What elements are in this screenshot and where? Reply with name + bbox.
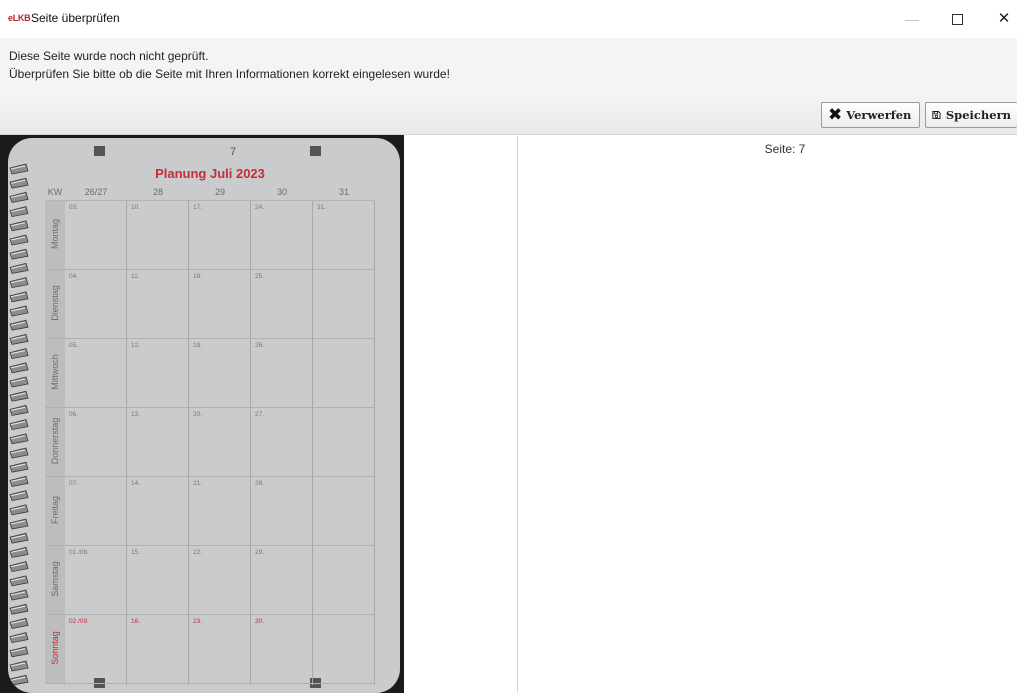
corner-marker-icon xyxy=(94,146,105,156)
calendar-grid: Planung Juli 2023 KW 26/27 28 29 30 31 Monta… xyxy=(45,164,375,685)
week-number-row: KW 26/27 28 29 30 31 xyxy=(45,186,375,200)
grid-line xyxy=(45,407,375,408)
scan-page-number: 7 xyxy=(230,146,237,158)
info-line-1: Diese Seite wurde noch nicht geprüft. xyxy=(9,49,209,63)
date-label: 16. xyxy=(131,618,141,625)
date-label: 02./09. xyxy=(69,618,89,625)
title-bar: eLKB Seite überprüfen — ✕ xyxy=(0,0,1017,38)
maximize-icon xyxy=(951,13,963,25)
date-label: 19. xyxy=(193,342,203,349)
minimize-icon: — xyxy=(905,11,919,27)
kw-cell: 28 xyxy=(152,187,163,197)
day-label-cell: Donnerstag xyxy=(45,408,65,477)
date-label: 04. xyxy=(69,273,79,280)
date-label: 07. xyxy=(69,480,79,487)
scanned-page-image: 7 Planung Juli 2023 KW 26/27 28 29 30 31 Mon… xyxy=(0,135,404,693)
notebook-page: 7 Planung Juli 2023 KW 26/27 28 29 30 31 Mon… xyxy=(8,138,400,693)
day-name: Donnerstag xyxy=(50,417,60,465)
day-name: Montag xyxy=(50,218,60,250)
date-label: 14. xyxy=(131,480,141,487)
date-label: 01./08. xyxy=(69,549,89,556)
date-label: 31. xyxy=(317,204,327,211)
info-line-2: Überprüfen Sie bitte ob die Seite mit Ih… xyxy=(9,67,450,81)
app-logo: eLKB xyxy=(8,13,31,23)
discard-x-icon: ✖ xyxy=(828,104,843,125)
date-label: 05. xyxy=(69,342,79,349)
date-label: 24. xyxy=(255,204,265,211)
grid-line xyxy=(126,201,127,685)
date-label: 12. xyxy=(131,342,141,349)
save-label: Speichern xyxy=(945,108,1011,122)
discard-button[interactable]: ✖ Verwerfen xyxy=(821,102,920,128)
day-name: Dienstag xyxy=(50,285,60,321)
grid-line xyxy=(45,545,375,546)
kw-cell: 31 xyxy=(338,187,349,197)
page-label: Seite: 7 xyxy=(764,142,806,156)
date-label: 03. xyxy=(69,204,79,211)
date-label: 17. xyxy=(193,204,203,211)
date-label: 29. xyxy=(255,549,265,556)
info-message: Diese Seite wurde noch nicht geprüft. Üb… xyxy=(0,38,1017,94)
grid-line xyxy=(250,201,251,685)
grid-line xyxy=(45,683,375,684)
close-button[interactable]: ✕ xyxy=(988,6,1017,32)
spiral-binding xyxy=(9,163,29,686)
day-label-cell: Samstag xyxy=(45,546,65,615)
close-icon: ✕ xyxy=(997,10,1011,27)
day-label-cell: Mittwoch xyxy=(45,339,65,408)
date-label: 22. xyxy=(193,549,203,556)
date-label: 20. xyxy=(193,411,203,418)
day-name: Sonntag xyxy=(50,631,60,665)
grid-line xyxy=(312,201,313,685)
date-label: 15. xyxy=(131,549,141,556)
minimize-button[interactable]: — xyxy=(896,6,928,32)
maximize-button[interactable] xyxy=(941,6,973,32)
day-label-cell: Sonntag xyxy=(45,615,65,684)
toolbar: ✖ Verwerfen Speichern xyxy=(0,94,1017,135)
day-grid: Montag 03. 10. 17. 24. 31. Dienstag 04. 11. 18. 25… xyxy=(45,200,375,685)
day-label-cell: Freitag xyxy=(45,477,65,546)
date-label: 21. xyxy=(193,480,203,487)
recognition-result-pane: Seite: 7 xyxy=(518,135,1017,693)
date-label: 23. xyxy=(193,618,203,625)
grid-line xyxy=(374,201,375,685)
grid-line xyxy=(188,201,189,685)
date-label: 28. xyxy=(255,480,265,487)
calendar-title: Planung Juli 2023 xyxy=(155,166,265,181)
date-label: 25. xyxy=(255,273,265,280)
date-label: 18. xyxy=(193,273,203,280)
day-label-cell: Montag xyxy=(45,201,65,270)
date-label: 11. xyxy=(131,273,140,280)
save-button[interactable]: Speichern xyxy=(925,102,1017,128)
kw-header: KW xyxy=(47,187,63,197)
date-label: 06. xyxy=(69,411,79,418)
day-name: Mittwoch xyxy=(50,354,60,390)
date-label: 27. xyxy=(255,411,265,418)
grid-line xyxy=(45,269,375,270)
date-label: 26. xyxy=(255,342,265,349)
date-label: 10. xyxy=(131,204,141,211)
day-name: Samstag xyxy=(50,561,60,597)
window-title: Seite überprüfen xyxy=(31,11,120,25)
grid-line xyxy=(45,338,375,339)
day-name: Freitag xyxy=(50,496,60,525)
floppy-disk-icon xyxy=(932,110,941,120)
kw-cell: 29 xyxy=(214,187,225,197)
date-label: 30. xyxy=(255,618,265,625)
date-label: 13. xyxy=(131,411,141,418)
kw-cell: 26/27 xyxy=(84,187,108,197)
grid-line xyxy=(45,476,375,477)
kw-cell: 30 xyxy=(276,187,287,197)
discard-label: Verwerfen xyxy=(846,108,912,122)
scan-preview-pane: 7 Planung Juli 2023 KW 26/27 28 29 30 31 Mon… xyxy=(0,135,518,693)
day-label-cell: Dienstag xyxy=(45,270,65,339)
corner-marker-icon xyxy=(310,146,321,156)
grid-line xyxy=(45,614,375,615)
